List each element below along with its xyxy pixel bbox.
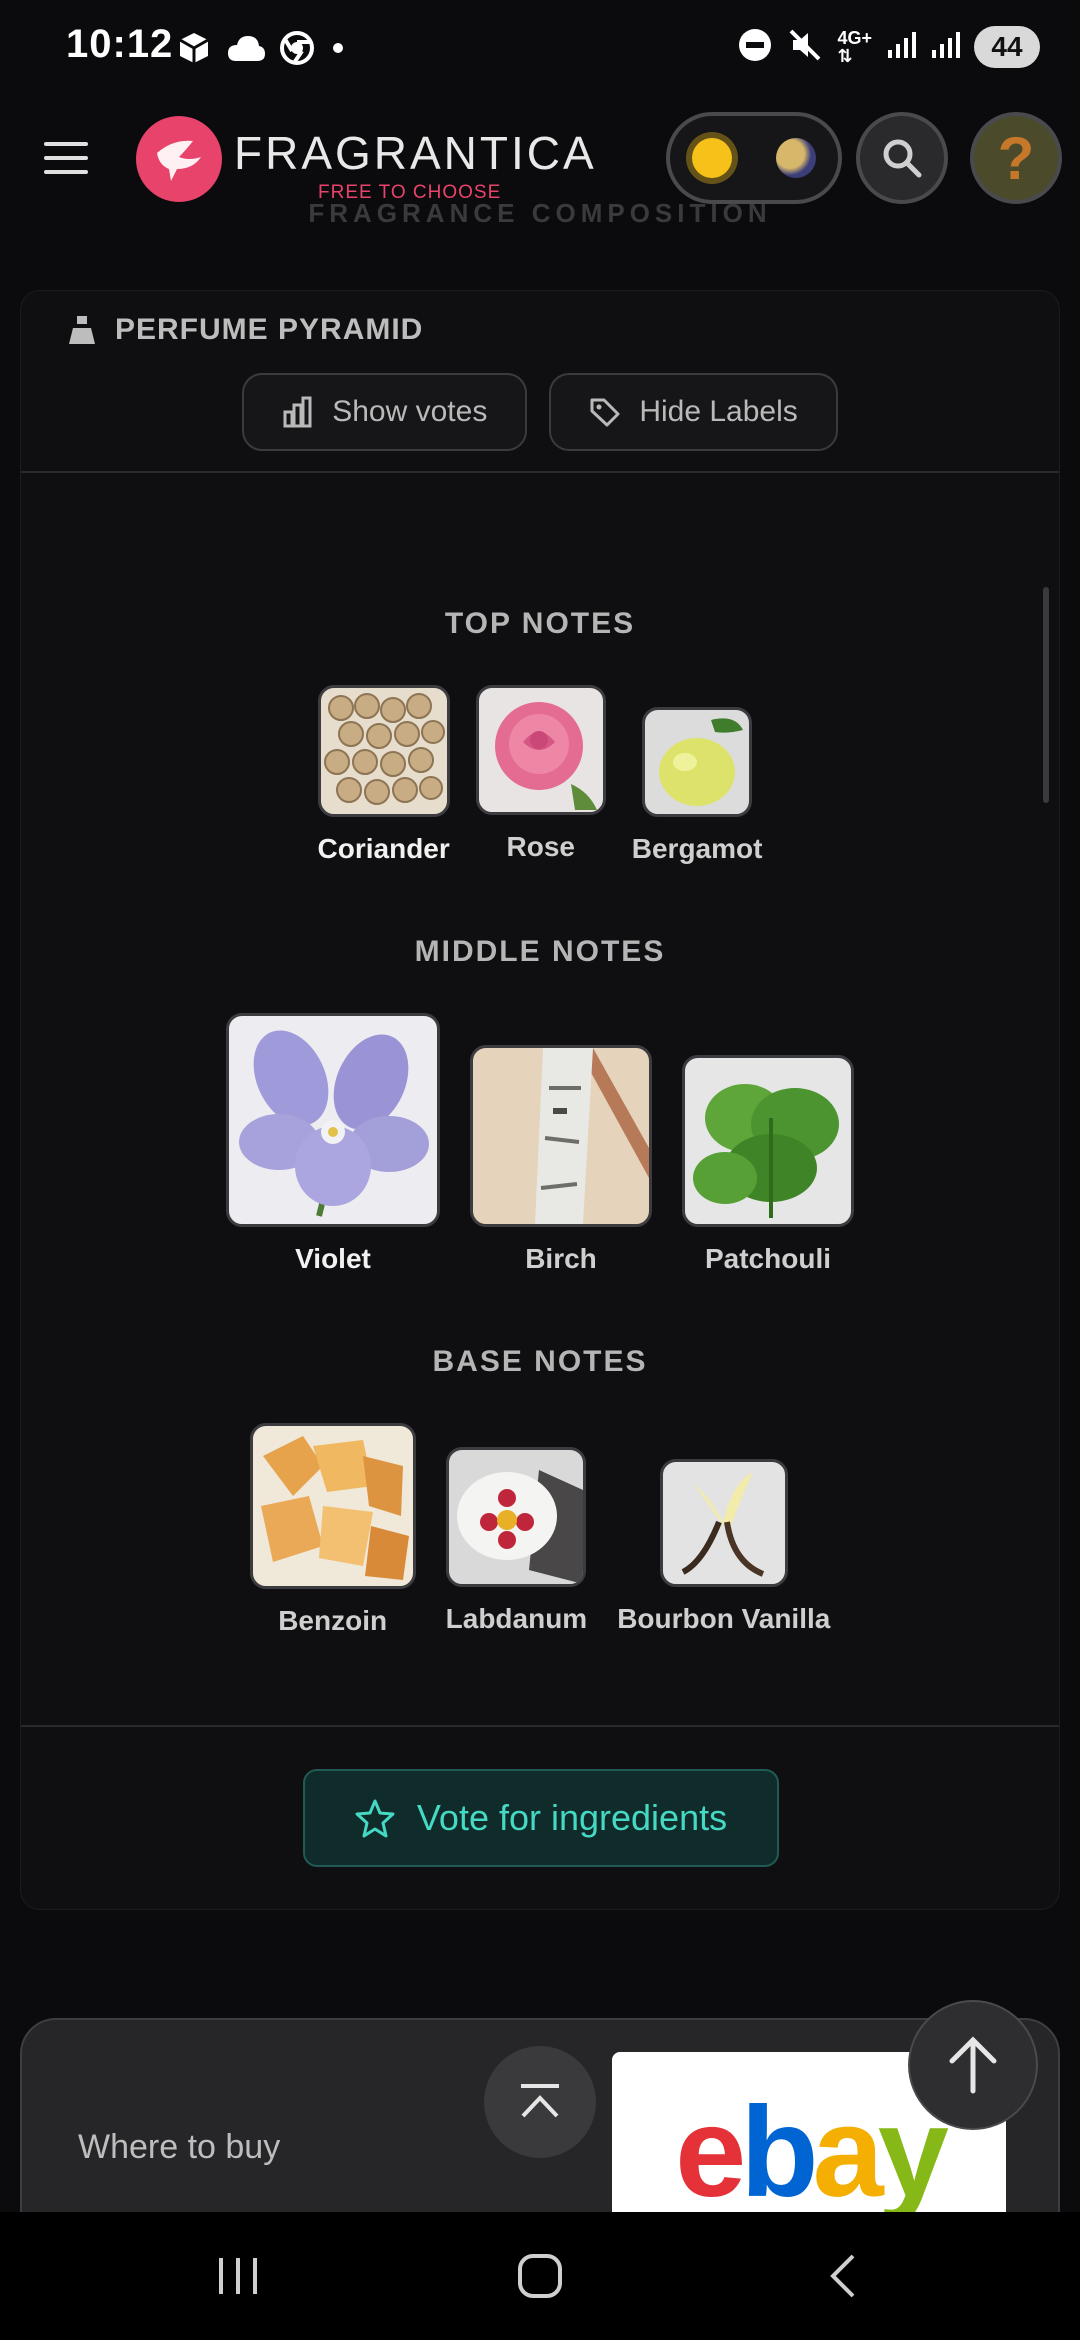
show-votes-label: Show votes: [332, 395, 488, 428]
flask-icon: [69, 316, 95, 344]
base-notes-title: BASE NOTES: [432, 1345, 648, 1378]
top-notes-row: Coriander Rose Bergamot: [21, 685, 1059, 865]
bar-chart-icon: [283, 396, 312, 428]
note-label: Bergamot: [631, 833, 763, 864]
note-rose[interactable]: Rose: [475, 685, 606, 863]
where-to-buy-label: Where to buy: [78, 2128, 281, 2166]
note-coriander[interactable]: Coriander: [318, 685, 450, 865]
patchouli-icon: [682, 1055, 854, 1227]
note-violet[interactable]: Violet: [226, 1013, 440, 1275]
fragrantica-logo-icon[interactable]: [136, 116, 222, 202]
vote-ingredients-label: Vote for ingredients: [416, 1797, 728, 1838]
note-label: Benzoin: [278, 1605, 388, 1636]
show-votes-button[interactable]: Show votes: [242, 373, 528, 451]
vanilla-icon: [659, 1459, 788, 1587]
note-label: Labdanum: [445, 1603, 588, 1634]
middle-notes-title: MIDDLE NOTES: [414, 935, 666, 968]
chevron-up-icon: [521, 2084, 559, 2118]
arrow-up-icon: [949, 2036, 997, 2094]
home-button[interactable]: [460, 2212, 620, 2340]
coriander-icon: [317, 685, 450, 817]
note-patchouli[interactable]: Patchouli: [682, 1013, 854, 1275]
vote-ingredients-button[interactable]: Vote for ingredients: [303, 1769, 779, 1867]
recent-apps-button[interactable]: [158, 2212, 318, 2340]
recent-apps-icon: [219, 2258, 257, 2294]
benzoin-icon: [249, 1423, 416, 1589]
home-icon: [518, 2254, 562, 2298]
middle-notes-row: Violet Birch Patchouli: [21, 1013, 1059, 1275]
note-benzoin[interactable]: Benzoin: [249, 1423, 416, 1637]
search-button[interactable]: [856, 112, 948, 204]
search-icon: [883, 139, 922, 178]
4g-icon: 4G+ ⇅: [837, 28, 872, 66]
back-button[interactable]: [762, 2212, 922, 2340]
base-notes-row: Benzoin Labdanum Bourbon Vanilla: [21, 1423, 1059, 1637]
labdanum-icon: [446, 1447, 587, 1587]
navigation-bar: [0, 2212, 1080, 2340]
pyramid-title: PERFUME PYRAMID: [115, 313, 424, 346]
violet-icon: [226, 1013, 440, 1227]
theme-toggle[interactable]: [666, 112, 842, 204]
note-label: Bourbon Vanilla: [617, 1603, 831, 1634]
mute-icon: [787, 27, 823, 68]
signal-icon-2: [930, 30, 960, 65]
top-notes-title: TOP NOTES: [444, 607, 636, 640]
note-label: Birch: [525, 1243, 597, 1274]
note-labdanum[interactable]: Labdanum: [445, 1423, 588, 1635]
note-label: Rose: [506, 831, 575, 862]
rose-icon: [475, 685, 606, 815]
package-icon: [176, 30, 212, 71]
note-bourbon-vanilla[interactable]: Bourbon Vanilla: [617, 1423, 830, 1635]
site-logo-text[interactable]: FRAGRANTICA: [234, 126, 597, 180]
note-label: Coriander: [317, 833, 450, 864]
birch-icon: [470, 1045, 652, 1227]
chrome-icon: [280, 31, 314, 70]
moon-icon: [776, 138, 816, 178]
status-bar: 10:12 4G+ ⇅ 44: [0, 0, 1080, 100]
section-heading: FRAGRANCE COMPOSITION: [308, 198, 772, 228]
note-bergamot[interactable]: Bergamot: [631, 685, 763, 865]
signal-icon: [886, 30, 916, 65]
note-birch[interactable]: Birch: [470, 1013, 652, 1275]
star-icon: [355, 1799, 395, 1838]
user-avatar[interactable]: ?: [970, 112, 1062, 204]
perfume-pyramid-card: PERFUME PYRAMID Show votes Hide Labels T…: [20, 290, 1060, 1910]
scroll-to-top-button[interactable]: [908, 2000, 1038, 2130]
cloud-icon: [226, 33, 266, 68]
menu-icon[interactable]: [44, 142, 88, 178]
notification-dot-icon: [328, 38, 348, 63]
note-label: Patchouli: [704, 1243, 831, 1274]
sun-icon: [692, 138, 732, 178]
tag-icon: [590, 398, 620, 427]
note-label: Violet: [295, 1243, 371, 1274]
battery-indicator: 44: [974, 26, 1040, 68]
collapse-button[interactable]: [484, 2046, 596, 2158]
hide-labels-label: Hide Labels: [639, 395, 798, 428]
bergamot-icon: [642, 707, 753, 817]
hide-labels-button[interactable]: Hide Labels: [549, 373, 838, 451]
do-not-disturb-icon: [737, 27, 773, 68]
status-time: 10:12: [66, 22, 174, 66]
back-icon: [830, 2254, 855, 2298]
